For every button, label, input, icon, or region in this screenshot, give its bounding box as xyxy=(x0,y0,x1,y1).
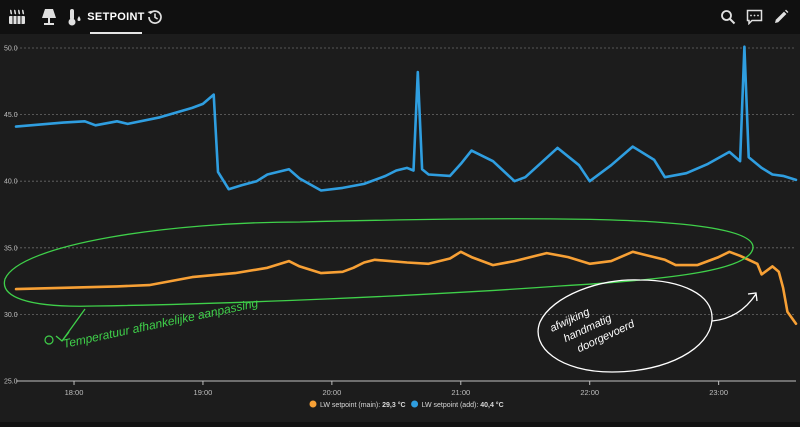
comment-icon[interactable] xyxy=(744,7,764,27)
annotation-white-arrow xyxy=(711,292,758,322)
radiator-icon[interactable] xyxy=(7,7,27,27)
x-tick-label: 20:00 xyxy=(322,388,341,397)
grid-lines xyxy=(16,47,796,315)
legend: LW setpoint (main): 29,3 °C LW setpoint … xyxy=(309,400,504,409)
tab-setpoint-label: SETPOINT xyxy=(87,11,145,23)
chart-area: 25.0 30.0 35.0 40.0 45.0 50.0 18:00 19:00 20:00… xyxy=(0,34,800,422)
y-tick-label: 30.0 xyxy=(4,312,18,319)
y-tick-label: 45.0 xyxy=(4,112,18,119)
y-tick-label: 35.0 xyxy=(4,245,18,252)
edit-icon[interactable] xyxy=(771,7,791,27)
x-tick-label: 23:00 xyxy=(709,388,728,397)
tab-setpoint[interactable]: SETPOINT xyxy=(87,0,145,34)
x-tick-label: 19:00 xyxy=(194,388,213,397)
legend-main-marker xyxy=(309,400,317,408)
annotation-green: Temperatuur afhankelijke aanpassing xyxy=(3,218,754,351)
search-icon[interactable] xyxy=(718,7,738,27)
legend-item-add[interactable]: LW setpoint (add): 40,4 °C xyxy=(422,401,504,409)
x-axis: 18:00 19:00 20:00 21:00 22:00 23:00 xyxy=(65,381,728,397)
x-tick-label: 18:00 xyxy=(65,388,84,397)
series-layer xyxy=(14,45,798,325)
x-tick-label: 22:00 xyxy=(580,388,599,397)
x-tick-label: 21:00 xyxy=(451,388,470,397)
y-tick-label: 40.0 xyxy=(4,179,18,186)
series-line-add xyxy=(14,45,798,192)
annotation-green-bullet xyxy=(44,335,54,345)
y-axis: 25.0 30.0 35.0 40.0 45.0 50.0 xyxy=(4,46,18,386)
history-icon[interactable] xyxy=(145,7,165,27)
annotation-white: afwijkinghandmatigdoorgevoerd xyxy=(537,279,758,373)
annotation-white-text: afwijkinghandmatigdoorgevoerd xyxy=(548,291,637,362)
legend-add-marker xyxy=(411,400,419,408)
legend-item-main[interactable]: LW setpoint (main): 29,3 °C xyxy=(320,401,406,409)
y-tick-label: 50.0 xyxy=(4,46,18,53)
annotation-green-ellipse xyxy=(3,218,754,307)
setpoint-chart: 25.0 30.0 35.0 40.0 45.0 50.0 18:00 19:00 20:00… xyxy=(3,45,798,409)
series-line-main xyxy=(14,250,798,325)
lamp-icon[interactable] xyxy=(39,7,59,27)
top-toolbar: SETPOINT xyxy=(0,0,800,34)
y-tick-label: 25.0 xyxy=(4,379,18,386)
thermometer-drop-icon[interactable] xyxy=(64,7,84,27)
